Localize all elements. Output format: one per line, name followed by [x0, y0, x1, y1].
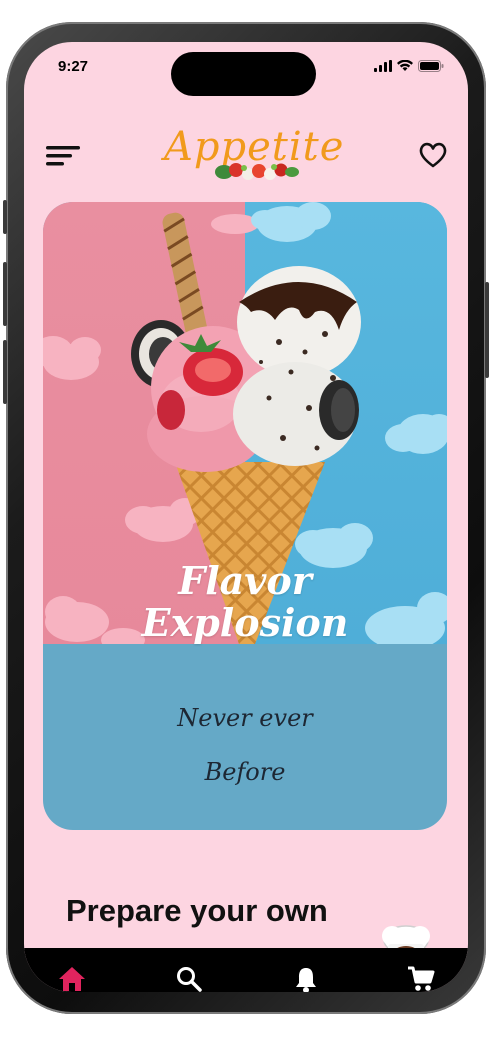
status-bar: 9:27	[24, 42, 468, 96]
phone-frame: 9:27 Appetite Flavor Explosion Never eve…	[3, 22, 489, 1014]
promo-heading-text: Prepare your own	[66, 893, 328, 928]
bottom-tab-bar	[24, 948, 468, 992]
bell-icon[interactable]	[291, 964, 321, 992]
status-time: 9:27	[58, 58, 89, 75]
hero-title-line1: Flavor	[178, 558, 312, 603]
power-button	[485, 282, 489, 378]
cellular-signal-icon	[374, 60, 392, 72]
app-screen: 9:27 Appetite Flavor Explosion Never eve…	[24, 42, 468, 992]
menu-icon[interactable]	[46, 144, 82, 168]
app-header: Appetite	[24, 120, 468, 190]
heart-icon[interactable]	[418, 140, 448, 170]
volume-up-button	[3, 262, 7, 326]
cart-icon[interactable]	[406, 964, 436, 992]
logo-fruit-garnish	[215, 163, 299, 180]
dynamic-island	[171, 52, 316, 96]
silent-switch	[3, 200, 7, 234]
search-icon[interactable]	[174, 964, 204, 992]
wifi-icon	[397, 60, 413, 71]
app-logo: Appetite	[164, 124, 343, 194]
hero-subtitle-line1: Never ever	[177, 704, 313, 732]
battery-icon	[418, 60, 444, 72]
status-icons	[374, 60, 444, 72]
hero-banner[interactable]: Flavor Explosion Never ever Before	[43, 202, 447, 830]
volume-down-button	[3, 340, 7, 404]
home-icon[interactable]	[57, 964, 87, 992]
promo-heading: Prepare your own	[66, 892, 386, 930]
hero-title-line2: Explosion	[141, 600, 349, 645]
hero-subtitle-line2: Before	[204, 758, 286, 786]
